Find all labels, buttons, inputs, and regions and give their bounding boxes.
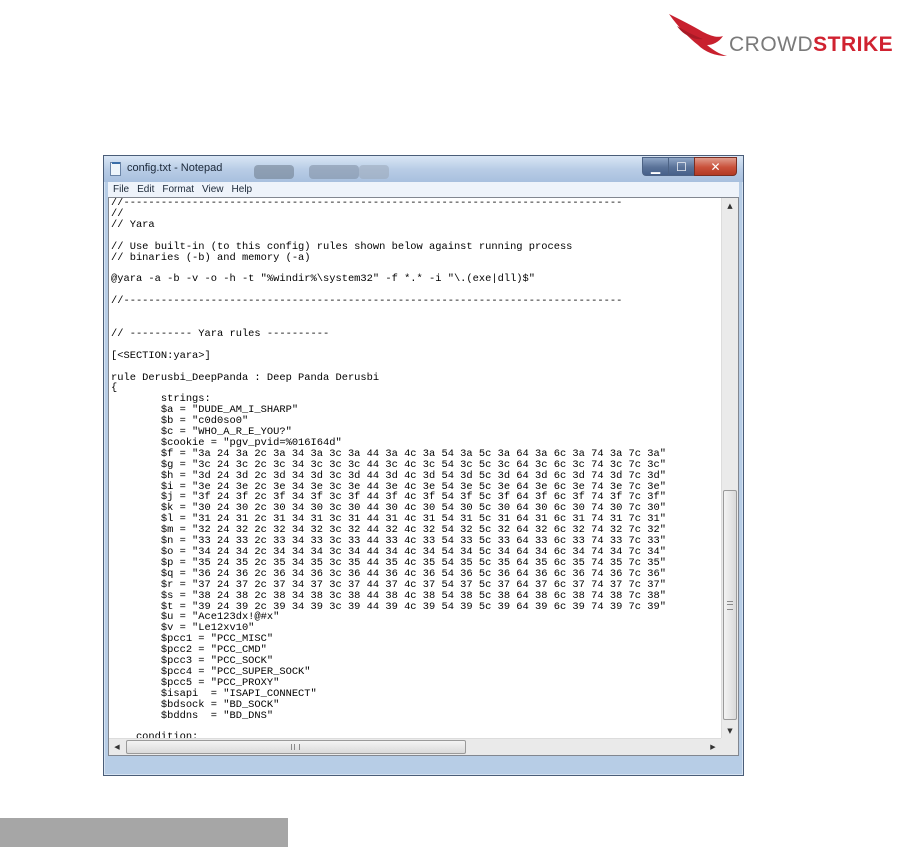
menu-format[interactable]: Format (162, 184, 194, 195)
window-controls: ▁ ☐ ✕ (642, 157, 737, 176)
scroll-right-icon[interactable]: ▶ (705, 739, 721, 755)
taskbar-reflection (359, 165, 389, 179)
menu-view[interactable]: View (202, 184, 224, 195)
falcon-logo-icon (669, 14, 727, 56)
maximize-button[interactable]: ☐ (668, 157, 694, 176)
menu-file[interactable]: File (113, 184, 129, 195)
scrollbar-corner (721, 738, 738, 755)
scroll-left-icon[interactable]: ◀ (109, 739, 125, 755)
close-button[interactable]: ✕ (694, 157, 737, 176)
config-text: //--------------------------------------… (111, 198, 666, 739)
menu-bar: File Edit Format View Help (108, 182, 739, 197)
grip-icon (727, 601, 733, 610)
window-title: config.txt - Notepad (127, 162, 223, 174)
scroll-up-icon[interactable]: ▲ (722, 198, 738, 214)
vertical-scrollbar[interactable]: ▲ ▼ (721, 198, 738, 739)
logo-wordmark: CROWDSTRIKE (729, 34, 893, 55)
maximize-icon: ☐ (676, 159, 687, 174)
logo-crowd-text: CROWD (729, 33, 814, 56)
grip-icon (291, 744, 300, 750)
notepad-icon[interactable] (110, 162, 121, 176)
minimize-icon: ▁ (650, 159, 661, 174)
vertical-scroll-thumb[interactable] (723, 490, 737, 720)
menu-edit[interactable]: Edit (137, 184, 154, 195)
minimize-button[interactable]: ▁ (642, 157, 668, 176)
scroll-down-icon[interactable]: ▼ (722, 723, 738, 739)
text-content[interactable]: //--------------------------------------… (109, 198, 721, 739)
text-editor[interactable]: //--------------------------------------… (108, 197, 739, 756)
crowdstrike-logo: CROWDSTRIKE (667, 12, 893, 60)
taskbar-reflection (254, 165, 294, 179)
notepad-window: config.txt - Notepad ▁ ☐ ✕ File Edit For… (103, 155, 744, 776)
menu-help[interactable]: Help (232, 184, 253, 195)
title-bar[interactable]: config.txt - Notepad ▁ ☐ ✕ (104, 156, 743, 182)
horizontal-scroll-thumb[interactable] (126, 740, 466, 754)
close-icon: ✕ (710, 159, 721, 174)
logo-strike-text: STRIKE (813, 33, 894, 56)
footer-bar (0, 818, 288, 847)
horizontal-scrollbar[interactable]: ◀ ▶ (109, 738, 721, 755)
taskbar-reflection (309, 165, 359, 179)
